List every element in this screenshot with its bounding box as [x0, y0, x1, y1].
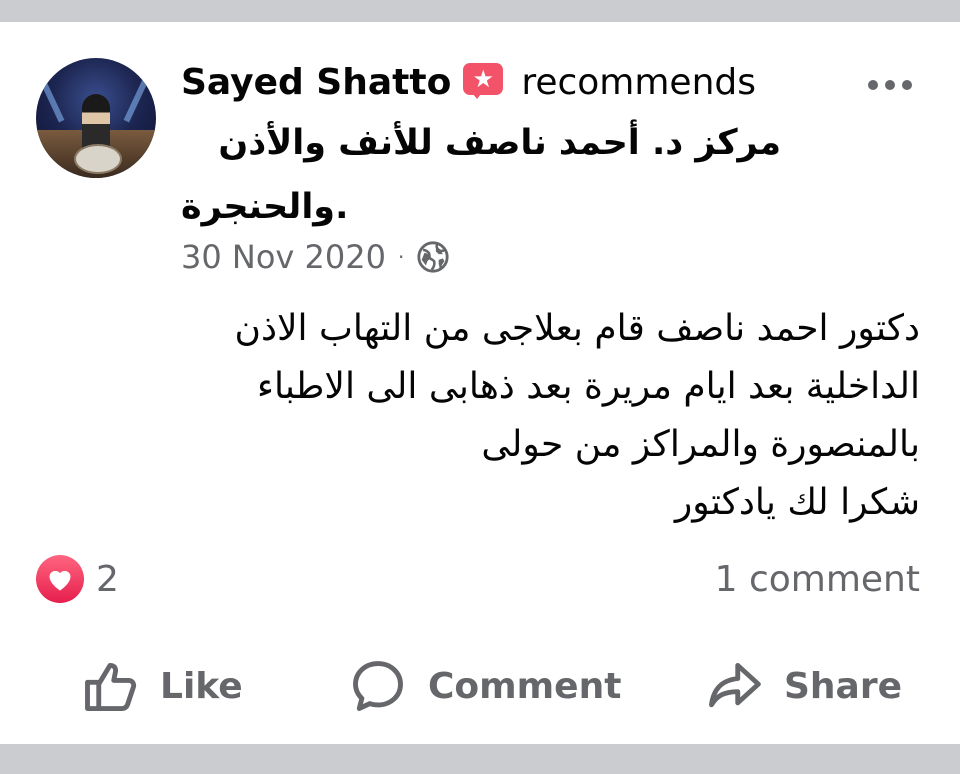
- comment-button[interactable]: Comment: [348, 652, 621, 720]
- post-body-line: شكرا لك يادكتور: [674, 482, 920, 523]
- top-divider: [0, 0, 960, 22]
- globe-icon[interactable]: [416, 240, 450, 274]
- heart-icon: [36, 555, 84, 603]
- post-body-line: بالمنصورة والمراكز من حولى: [481, 424, 920, 465]
- action-bar: Like Comment Share: [0, 652, 960, 720]
- avatar-light-beam: [123, 65, 155, 123]
- avatar-light-beam: [36, 65, 65, 123]
- bottom-divider: [0, 744, 960, 774]
- recommends-label: recommends: [521, 61, 756, 103]
- share-label: Share: [784, 665, 903, 707]
- post-date[interactable]: 30 Nov 2020: [181, 238, 386, 276]
- post-body: دكتور احمد ناصف قام بعلاجى من التهاب الا…: [40, 300, 920, 532]
- more-options-icon[interactable]: [868, 80, 912, 90]
- avatar[interactable]: [36, 58, 156, 178]
- share-arrow-icon: [709, 662, 761, 708]
- recommended-page-name-cont[interactable]: والحنجرة.: [181, 176, 348, 238]
- reactions-summary[interactable]: 2: [36, 555, 119, 603]
- avatar-drum: [74, 144, 122, 174]
- post-body-line: دكتور احمد ناصف قام بعلاجى من التهاب الا…: [234, 308, 920, 349]
- post-body-line: الداخلية بعد ايام مريرة بعد ذهابى الى ال…: [257, 366, 920, 407]
- post-meta: 30 Nov 2020 ·: [181, 234, 450, 280]
- like-button[interactable]: Like: [80, 652, 243, 720]
- comment-label: Comment: [428, 665, 622, 707]
- meta-separator: ·: [397, 245, 405, 269]
- comment-bubble-icon: [353, 661, 403, 711]
- share-button[interactable]: Share: [704, 652, 902, 720]
- post-header: Sayed Shatto ★ recommends: [181, 56, 756, 108]
- author-name[interactable]: Sayed Shatto: [181, 62, 451, 103]
- comment-count-link[interactable]: 1 comment: [715, 555, 920, 605]
- like-label: Like: [160, 665, 243, 707]
- reaction-count: 2: [96, 558, 119, 600]
- thumbs-up-icon: [85, 662, 137, 711]
- recommendation-star-icon: ★: [461, 59, 507, 105]
- recommended-page-name[interactable]: مركز د. أحمد ناصف للأنف والأذن: [181, 112, 781, 174]
